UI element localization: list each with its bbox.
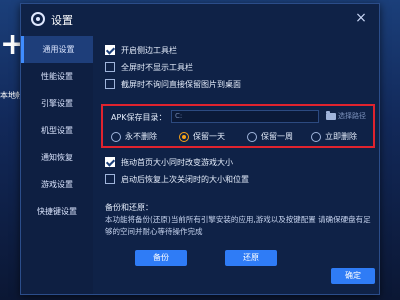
gear-icon: [31, 12, 45, 26]
radio-indicator[interactable]: [179, 132, 189, 142]
add-icon: +: [0, 27, 26, 62]
option-label: 启动后恢复上次关闭时的大小和位置: [121, 175, 249, 184]
option-screenshot-to-desktop[interactable]: 截屏时不询问直接保留图片到桌面: [105, 76, 375, 93]
radio-indicator[interactable]: [311, 132, 321, 142]
checkbox-restore-size-position[interactable]: [105, 174, 115, 184]
close-button[interactable]: ×: [353, 10, 369, 26]
radio-indicator[interactable]: [247, 132, 257, 142]
backup-section-title: 备份和还原：: [105, 203, 153, 212]
radio-label: 保留一天: [193, 132, 225, 141]
radio-label: 立即删除: [325, 132, 357, 141]
settings-dialog: 设置 × 通用设置 性能设置 引擎设置 机型设置 通知恢复 游戏设置 快捷键设置…: [20, 3, 380, 295]
checkbox-sidebar-toolbar[interactable]: [105, 45, 115, 55]
folder-icon[interactable]: [326, 111, 336, 120]
title-bar: 设置 ×: [21, 4, 379, 36]
option-label: 全屏时不显示工具栏: [121, 63, 193, 72]
sidebar-item-shortcuts[interactable]: 快捷键设置: [21, 198, 93, 225]
option-label: 开启侧边工具栏: [121, 46, 177, 55]
option-restore-size-position[interactable]: 启动后恢复上次关闭时的大小和位置: [105, 171, 375, 188]
sidebar-item-game[interactable]: 游戏设置: [21, 171, 93, 198]
settings-sidebar: 通用设置 性能设置 引擎设置 机型设置 通知恢复 游戏设置 快捷键设置: [21, 36, 93, 294]
checkbox-hide-toolbar-fullscreen[interactable]: [105, 62, 115, 72]
option-label: 截屏时不询问直接保留图片到桌面: [121, 80, 241, 89]
radio-never-delete[interactable]: 永不删除: [111, 130, 157, 144]
apk-retention-options: 永不删除 保留一天 保留一周 立即删除: [111, 130, 373, 144]
checkbox-screenshot-to-desktop[interactable]: [105, 79, 115, 89]
radio-keep-one-week[interactable]: 保留一周: [247, 130, 293, 144]
apk-path-input[interactable]: C:: [171, 110, 319, 123]
radio-label: 永不删除: [125, 132, 157, 141]
backup-description: 本功能将备份(还原)当前所有引擎安装的应用,游戏以及按键配置 请确保硬盘有足够的…: [105, 215, 371, 236]
sidebar-item-performance[interactable]: 性能设置: [21, 63, 93, 90]
option-label: 拖动首页大小同时改变游戏大小: [121, 158, 233, 167]
apk-save-section: APK保存目录： C: 选择路径 永不删除 保留一天 保留一周 立即删除: [101, 104, 375, 148]
option-sidebar-toolbar[interactable]: 开启侧边工具栏: [105, 42, 375, 59]
confirm-button[interactable]: 确定: [331, 268, 375, 284]
option-hide-toolbar-fullscreen[interactable]: 全屏时不显示工具栏: [105, 59, 375, 76]
checkbox-resize-with-home[interactable]: [105, 157, 115, 167]
general-settings-panel: 开启侧边工具栏 全屏时不显示工具栏 截屏时不询问直接保留图片到桌面 APK保存目…: [101, 36, 375, 290]
sidebar-item-device-model[interactable]: 机型设置: [21, 117, 93, 144]
radio-indicator[interactable]: [111, 132, 121, 142]
option-resize-with-home[interactable]: 拖动首页大小同时改变游戏大小: [105, 154, 375, 171]
dialog-title: 设置: [51, 14, 73, 27]
apk-dir-label: APK保存目录：: [111, 113, 167, 122]
sidebar-item-general[interactable]: 通用设置: [21, 36, 93, 63]
radio-keep-one-day[interactable]: 保留一天: [179, 130, 225, 144]
sidebar-item-notification[interactable]: 通知恢复: [21, 144, 93, 171]
backup-button[interactable]: 备份: [135, 250, 187, 266]
sidebar-item-engine[interactable]: 引擎设置: [21, 90, 93, 117]
radio-label: 保留一周: [261, 132, 293, 141]
radio-delete-immediately[interactable]: 立即删除: [311, 130, 357, 144]
choose-path-link[interactable]: 选择路径: [338, 111, 366, 121]
restore-button[interactable]: 还原: [225, 250, 277, 266]
